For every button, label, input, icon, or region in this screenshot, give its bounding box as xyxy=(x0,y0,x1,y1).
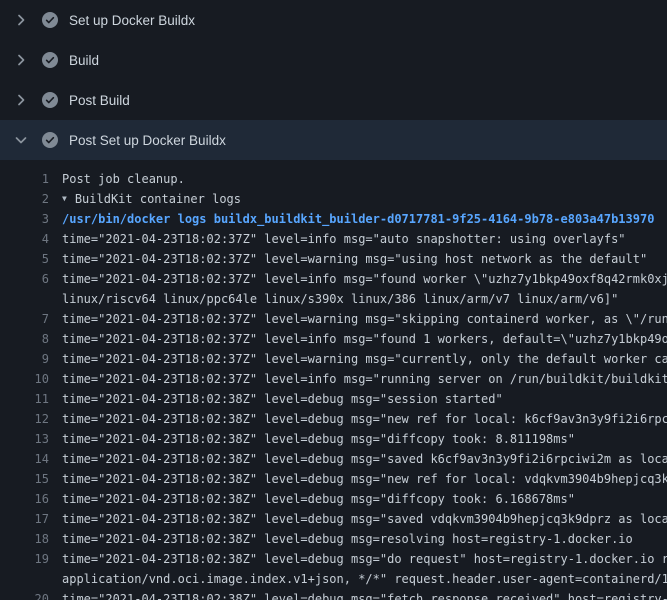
log-line: 1 Post job cleanup. xyxy=(0,169,667,189)
log-line-text: time="2021-04-23T18:02:38Z" level=debug … xyxy=(62,389,667,409)
log-line-text: time="2021-04-23T18:02:37Z" level=info m… xyxy=(62,229,667,249)
step-header[interactable]: Post Set up Docker Buildx xyxy=(0,120,667,160)
log-line: 17 time="2021-04-23T18:02:38Z" level=debu… xyxy=(0,509,667,529)
log-line: 15 time="2021-04-23T18:02:38Z" level=debu… xyxy=(0,469,667,489)
check-circle-icon xyxy=(42,52,58,68)
log-line: 12 time="2021-04-23T18:02:38Z" level=debu… xyxy=(0,409,667,429)
log-line-number xyxy=(0,569,49,589)
step-label: Build xyxy=(69,53,99,68)
log-line: 9 time="2021-04-23T18:02:37Z" level=warni… xyxy=(0,349,667,369)
chevron-right-icon xyxy=(13,52,29,68)
log-line-number: 8 xyxy=(0,329,49,349)
log-line-number: 5 xyxy=(0,249,49,269)
log-line-number: 4 xyxy=(0,229,49,249)
check-circle-icon xyxy=(42,12,58,28)
log-line: 11 time="2021-04-23T18:02:38Z" level=debu… xyxy=(0,389,667,409)
log-line-text: linux/riscv64 linux/ppc64le linux/s390x … xyxy=(62,289,667,309)
log-line-number: 10 xyxy=(0,369,49,389)
log-line-text: time="2021-04-23T18:02:38Z" level=debug … xyxy=(62,589,667,600)
log-line: 13 time="2021-04-23T18:02:38Z" level=debu… xyxy=(0,429,667,449)
log-line-text: time="2021-04-23T18:02:38Z" level=debug … xyxy=(62,509,667,529)
log-line: 4 time="2021-04-23T18:02:37Z" level=info … xyxy=(0,229,667,249)
log-line-number: 3 xyxy=(0,209,49,229)
step-header[interactable]: Build xyxy=(0,40,667,80)
log-line-text: time="2021-04-23T18:02:38Z" level=debug … xyxy=(62,529,667,549)
log-line-text: /usr/bin/docker logs buildx_buildkit_bui… xyxy=(62,209,667,229)
log-line-text: time="2021-04-23T18:02:38Z" level=debug … xyxy=(62,469,667,489)
log-area: 1 Post job cleanup. 2 ▼ BuildKit container l… xyxy=(0,160,667,600)
step-header[interactable]: Set up Docker Buildx xyxy=(0,0,667,40)
check-circle-icon xyxy=(42,92,58,108)
log-line-text: time="2021-04-23T18:02:37Z" level=info m… xyxy=(62,369,667,389)
log-group-label: BuildKit container logs xyxy=(75,192,241,206)
log-group-line[interactable]: 2 ▼ BuildKit container logs xyxy=(0,189,667,209)
log-line-text: application/vnd.oci.image.index.v1+json,… xyxy=(62,569,667,589)
log-line: 7 time="2021-04-23T18:02:37Z" level=warni… xyxy=(0,309,667,329)
step-label: Post Build xyxy=(69,93,130,108)
chevron-right-icon xyxy=(13,92,29,108)
log-line-text: time="2021-04-23T18:02:37Z" level=info m… xyxy=(62,329,667,349)
disclosure-triangle-icon[interactable]: ▼ xyxy=(62,189,67,209)
log-line-text: time="2021-04-23T18:02:38Z" level=debug … xyxy=(62,489,667,509)
log-line-number: 16 xyxy=(0,489,49,509)
log-line: 20 time="2021-04-23T18:02:38Z" level=debu… xyxy=(0,589,667,600)
log-line-text: time="2021-04-23T18:02:38Z" level=debug … xyxy=(62,409,667,429)
chevron-down-icon xyxy=(13,132,29,148)
log-line-number: 13 xyxy=(0,429,49,449)
step-header[interactable]: Post Build xyxy=(0,80,667,120)
log-line-number: 12 xyxy=(0,409,49,429)
log-line-text: ▼ BuildKit container logs xyxy=(62,189,667,209)
log-line-text: time="2021-04-23T18:02:37Z" level=warnin… xyxy=(62,349,667,369)
log-line: linux/riscv64 linux/ppc64le linux/s390x … xyxy=(0,289,667,309)
step-label: Set up Docker Buildx xyxy=(69,13,195,28)
log-line-text: time="2021-04-23T18:02:37Z" level=warnin… xyxy=(62,309,667,329)
log-line-number: 14 xyxy=(0,449,49,469)
log-line-number: 15 xyxy=(0,469,49,489)
log-line-text: time="2021-04-23T18:02:38Z" level=debug … xyxy=(62,429,667,449)
log-line-text: time="2021-04-23T18:02:37Z" level=info m… xyxy=(62,269,667,289)
log-line-number: 9 xyxy=(0,349,49,369)
log-line-number: 7 xyxy=(0,309,49,329)
actions-log-viewer: Set up Docker Buildx Build Post Build Post … xyxy=(0,0,667,600)
log-line: application/vnd.oci.image.index.v1+json,… xyxy=(0,569,667,589)
log-line: 5 time="2021-04-23T18:02:37Z" level=warni… xyxy=(0,249,667,269)
log-line-number: 20 xyxy=(0,589,49,600)
log-line: 3/usr/bin/docker logs buildx_buildkit_bu… xyxy=(0,209,667,229)
log-line-number: 19 xyxy=(0,549,49,569)
log-line-number: 17 xyxy=(0,509,49,529)
log-line: 16 time="2021-04-23T18:02:38Z" level=debu… xyxy=(0,489,667,509)
step-list: Set up Docker Buildx Build Post Build Post … xyxy=(0,0,667,160)
chevron-right-icon xyxy=(13,12,29,28)
log-line-text: time="2021-04-23T18:02:37Z" level=warnin… xyxy=(62,249,667,269)
log-line-number: 2 xyxy=(0,189,49,209)
log-line-number xyxy=(0,289,49,309)
log-line-text: time="2021-04-23T18:02:38Z" level=debug … xyxy=(62,449,667,469)
log-line: 14 time="2021-04-23T18:02:38Z" level=debu… xyxy=(0,449,667,469)
check-circle-icon xyxy=(42,132,58,148)
log-line: 19 time="2021-04-23T18:02:38Z" level=debu… xyxy=(0,549,667,569)
log-line-text: Post job cleanup. xyxy=(62,169,667,189)
step-label: Post Set up Docker Buildx xyxy=(69,133,226,148)
log-line-number: 1 xyxy=(0,169,49,189)
log-line: 8 time="2021-04-23T18:02:37Z" level=info … xyxy=(0,329,667,349)
log-line-number: 18 xyxy=(0,529,49,549)
log-line: 6 time="2021-04-23T18:02:37Z" level=info … xyxy=(0,269,667,289)
log-line-number: 11 xyxy=(0,389,49,409)
log-line-text: time="2021-04-23T18:02:38Z" level=debug … xyxy=(62,549,667,569)
log-line: 10 time="2021-04-23T18:02:37Z" level=info… xyxy=(0,369,667,389)
log-line-number: 6 xyxy=(0,269,49,289)
log-line: 18 time="2021-04-23T18:02:38Z" level=debu… xyxy=(0,529,667,549)
